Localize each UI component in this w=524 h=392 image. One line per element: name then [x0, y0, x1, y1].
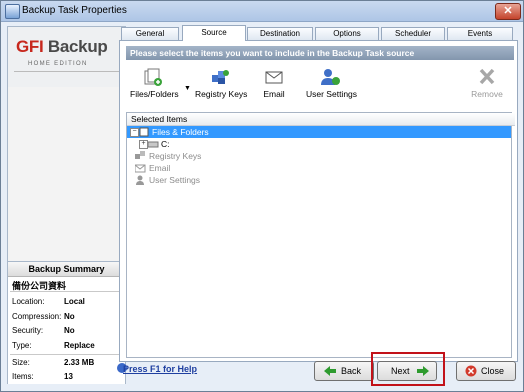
source-tab-content: Please select the items you want to incl…: [119, 40, 518, 362]
gfi-backup-logo: GFI Backup HOME EDITION: [8, 27, 125, 87]
registry-keys-icon: [209, 67, 231, 87]
email-icon: [134, 163, 146, 173]
registry-keys-icon: [135, 151, 146, 161]
close-button[interactable]: Close: [456, 361, 516, 381]
title-bar: Backup Task Properties ✕: [1, 1, 523, 22]
left-panel: GFI Backup HOME EDITION Backup Summary 備…: [7, 26, 126, 384]
user-settings-label: User Settings: [306, 89, 358, 99]
instruction-banner: Please select the items you want to incl…: [126, 46, 514, 60]
selected-items-header: Selected Items: [127, 113, 515, 126]
close-icon: [465, 365, 477, 383]
add-registry-keys-button[interactable]: Registry Keys: [195, 67, 248, 99]
summary-location: Location: Local: [12, 297, 85, 306]
user-settings-icon: [135, 175, 146, 185]
backup-summary-title: Backup Summary: [8, 262, 125, 277]
window-close-button[interactable]: ✕: [495, 3, 521, 20]
add-email-button[interactable]: Email: [260, 67, 288, 99]
back-arrow-icon: [323, 365, 337, 383]
tab-scheduler[interactable]: Scheduler: [381, 27, 445, 40]
files-folders-dropdown-arrow[interactable]: ▼: [184, 85, 191, 92]
summary-type: Type: Replace: [12, 341, 95, 350]
summary-compression: Compression: No: [12, 312, 75, 321]
app-icon: [5, 4, 20, 19]
tab-source[interactable]: Source: [182, 25, 246, 41]
logo-edition: HOME EDITION: [28, 61, 88, 67]
tree-item-registry-keys[interactable]: Registry Keys: [127, 150, 511, 162]
backup-summary: Backup Summary 備份公司資料 Location: Local Com…: [8, 261, 125, 384]
help-link[interactable]: Press F1 for Help: [123, 364, 197, 374]
logo-brand-right: Backup: [47, 37, 108, 56]
drive-icon: [147, 139, 159, 149]
remove-label: Remove: [471, 89, 503, 99]
logo-brand-left: GFI: [16, 37, 44, 56]
tree-item-drive-c[interactable]: + C:: [127, 138, 511, 150]
tab-events[interactable]: Events: [447, 27, 513, 40]
tab-destination[interactable]: Destination: [247, 27, 313, 40]
files-folders-icon: [139, 127, 150, 137]
remove-button[interactable]: Remove: [470, 67, 504, 99]
tree-item-files-folders[interactable]: − Files & Folders: [127, 126, 511, 138]
properties-panel: General Source Destination Options Sched…: [119, 25, 518, 362]
back-button[interactable]: Back: [314, 361, 374, 381]
files-folders-label: Files/Folders: [130, 89, 179, 99]
window-title: Backup Task Properties: [22, 5, 127, 16]
user-settings-icon: [319, 67, 341, 87]
tab-general[interactable]: General: [121, 27, 179, 40]
tab-options[interactable]: Options: [315, 27, 379, 40]
tab-strip: General Source Destination Options Sched…: [119, 25, 517, 41]
summary-items: Items: 13: [12, 372, 73, 381]
registry-keys-label: Registry Keys: [195, 89, 248, 99]
tree-item-user-settings[interactable]: User Settings: [127, 174, 511, 186]
backup-task-properties-window: Backup Task Properties ✕ GFI Backup HOME…: [0, 0, 524, 392]
email-icon: [263, 67, 285, 87]
expand-toggle[interactable]: +: [139, 140, 148, 149]
files-folders-icon: [142, 67, 164, 87]
remove-x-icon: [476, 67, 498, 87]
collapse-toggle[interactable]: −: [130, 128, 139, 137]
add-files-folders-button[interactable]: Files/Folders: [130, 67, 179, 99]
email-label: Email: [263, 89, 285, 99]
next-button-highlight: [371, 352, 445, 386]
add-user-settings-button[interactable]: User Settings: [306, 67, 358, 99]
summary-security: Security: No: [12, 326, 75, 335]
selected-items-tree: Selected Items − Files & Folders + C: Re…: [126, 112, 515, 358]
summary-size: Size: 2.33 MB: [12, 358, 95, 367]
tree-item-email[interactable]: Email: [127, 162, 511, 174]
